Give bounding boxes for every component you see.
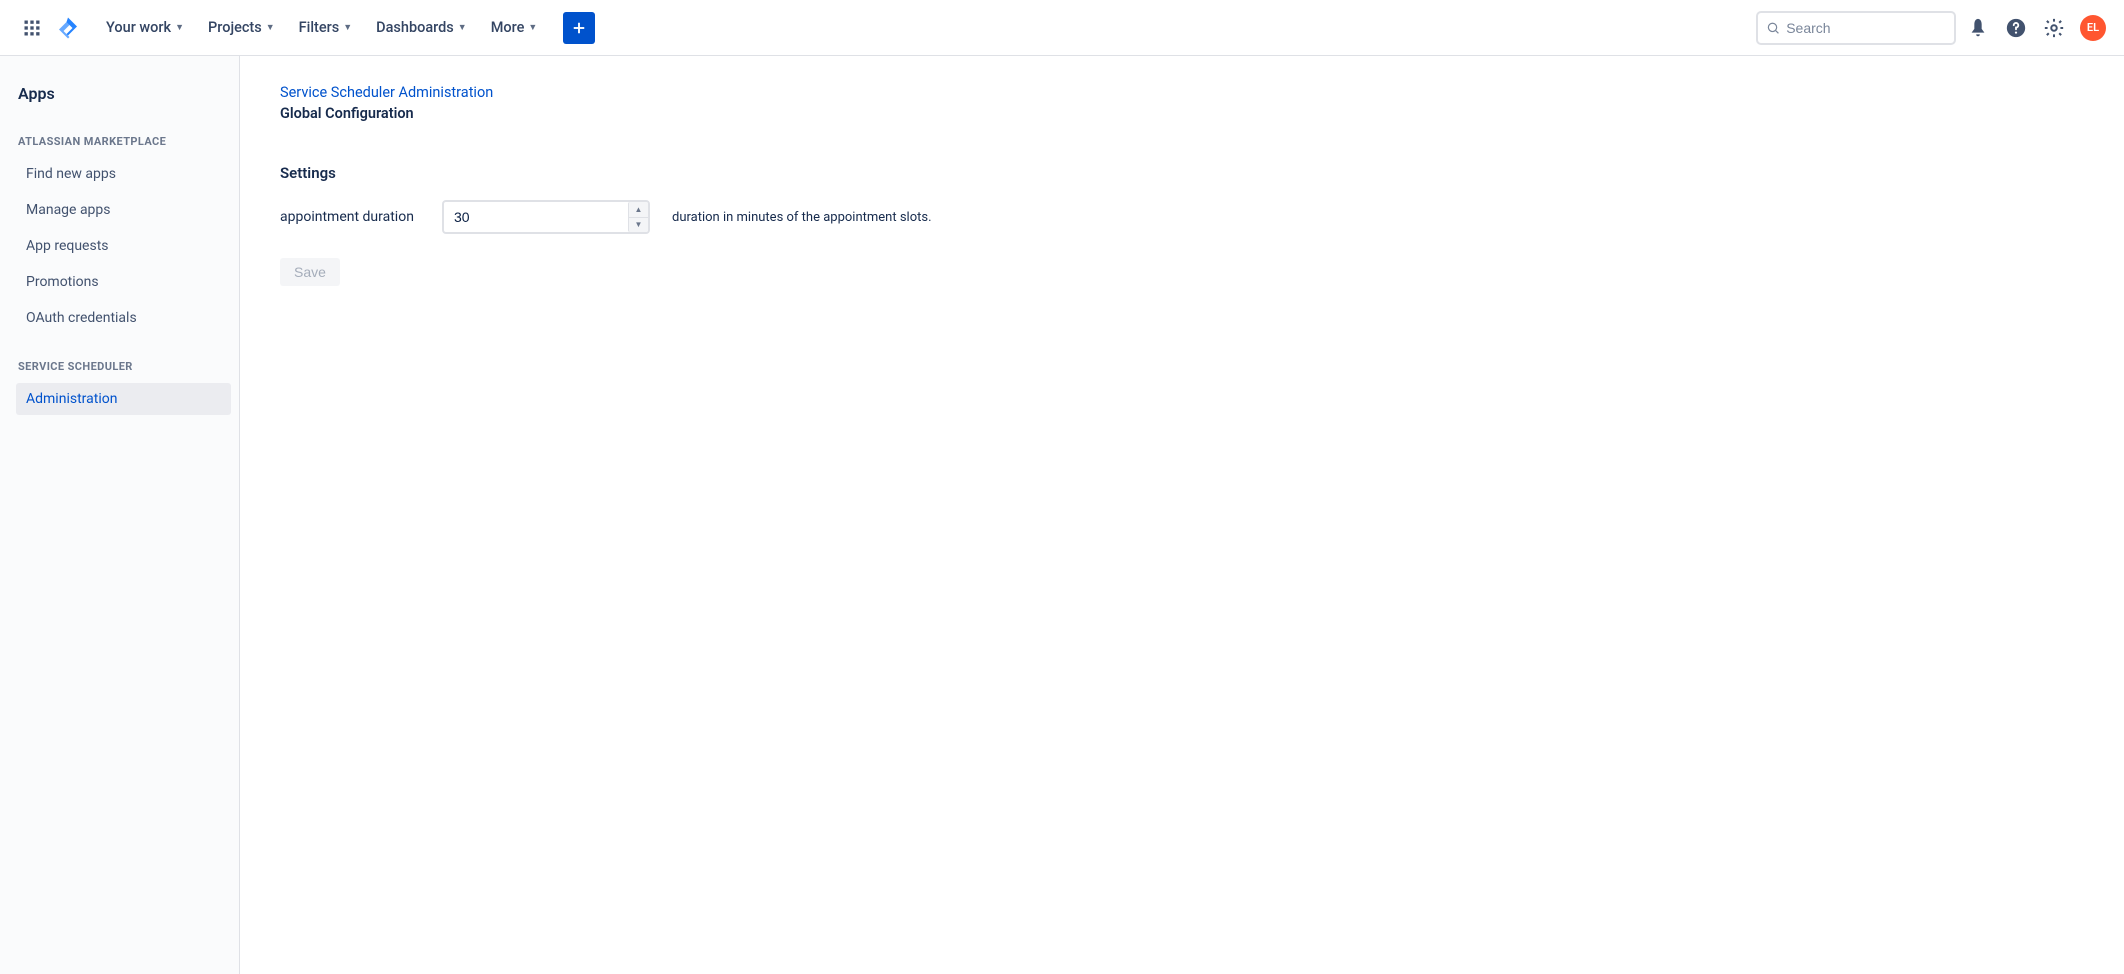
sidebar-item-manage-apps[interactable]: Manage apps bbox=[16, 194, 231, 226]
settings-icon[interactable] bbox=[2038, 12, 2070, 44]
breadcrumb-link[interactable]: Service Scheduler Administration bbox=[280, 84, 2124, 101]
nav-label: Filters bbox=[299, 19, 340, 36]
sidebar-section-marketplace: ATLASSIAN MARKETPLACE Find new apps Mana… bbox=[16, 135, 231, 334]
main-content: Service Scheduler Administration Global … bbox=[240, 56, 2124, 974]
field-help-text: duration in minutes of the appointment s… bbox=[672, 210, 932, 225]
nav-projects[interactable]: Projects ▼ bbox=[198, 13, 285, 42]
chevron-down-icon: ▼ bbox=[175, 22, 184, 33]
nav-your-work[interactable]: Your work ▼ bbox=[96, 13, 194, 42]
sidebar-item-app-requests[interactable]: App requests bbox=[16, 230, 231, 262]
step-up-icon[interactable]: ▲ bbox=[629, 202, 648, 218]
save-button[interactable]: Save bbox=[280, 258, 340, 286]
sidebar: Apps ATLASSIAN MARKETPLACE Find new apps… bbox=[0, 56, 240, 974]
jira-logo-icon[interactable] bbox=[54, 14, 82, 42]
field-label: appointment duration bbox=[280, 209, 420, 225]
page-title: Global Configuration bbox=[280, 105, 2124, 122]
chevron-down-icon: ▼ bbox=[458, 22, 467, 33]
nav-label: Projects bbox=[208, 19, 262, 36]
nav-items: Your work ▼ Projects ▼ Filters ▼ Dashboa… bbox=[96, 13, 547, 42]
notifications-icon[interactable] bbox=[1962, 12, 1994, 44]
top-navigation: Your work ▼ Projects ▼ Filters ▼ Dashboa… bbox=[0, 0, 2124, 56]
search-icon bbox=[1766, 20, 1780, 36]
user-avatar[interactable]: EL bbox=[2080, 15, 2106, 41]
nav-label: Dashboards bbox=[376, 19, 454, 36]
nav-label: Your work bbox=[106, 19, 171, 36]
sidebar-item-find-new-apps[interactable]: Find new apps bbox=[16, 158, 231, 190]
nav-filters[interactable]: Filters ▼ bbox=[289, 13, 362, 42]
section-header: SERVICE SCHEDULER bbox=[16, 360, 231, 373]
chevron-down-icon: ▼ bbox=[528, 22, 537, 33]
search-field[interactable] bbox=[1756, 11, 1956, 45]
chevron-down-icon: ▼ bbox=[266, 22, 275, 33]
chevron-down-icon: ▼ bbox=[343, 22, 352, 33]
section-header: ATLASSIAN MARKETPLACE bbox=[16, 135, 231, 148]
sidebar-item-promotions[interactable]: Promotions bbox=[16, 266, 231, 298]
search-input[interactable] bbox=[1786, 20, 1946, 36]
nav-label: More bbox=[491, 19, 525, 36]
app-switcher-icon[interactable] bbox=[18, 14, 46, 42]
nav-more[interactable]: More ▼ bbox=[481, 13, 548, 42]
help-icon[interactable] bbox=[2000, 12, 2032, 44]
stepper-controls: ▲ ▼ bbox=[628, 202, 648, 232]
step-down-icon[interactable]: ▼ bbox=[629, 218, 648, 233]
create-button[interactable] bbox=[563, 12, 595, 44]
sidebar-title: Apps bbox=[16, 84, 231, 103]
topbar-left: Your work ▼ Projects ▼ Filters ▼ Dashboa… bbox=[18, 12, 595, 44]
sidebar-section-service-scheduler: SERVICE SCHEDULER Administration bbox=[16, 360, 231, 415]
field-row-appointment-duration: appointment duration ▲ ▼ duration in min… bbox=[280, 200, 2124, 234]
sidebar-item-administration[interactable]: Administration bbox=[16, 383, 231, 415]
appointment-duration-stepper[interactable]: ▲ ▼ bbox=[442, 200, 650, 234]
appointment-duration-input[interactable] bbox=[442, 200, 650, 234]
sidebar-item-oauth-credentials[interactable]: OAuth credentials bbox=[16, 302, 231, 334]
settings-heading: Settings bbox=[280, 164, 2124, 182]
nav-dashboards[interactable]: Dashboards ▼ bbox=[366, 13, 477, 42]
